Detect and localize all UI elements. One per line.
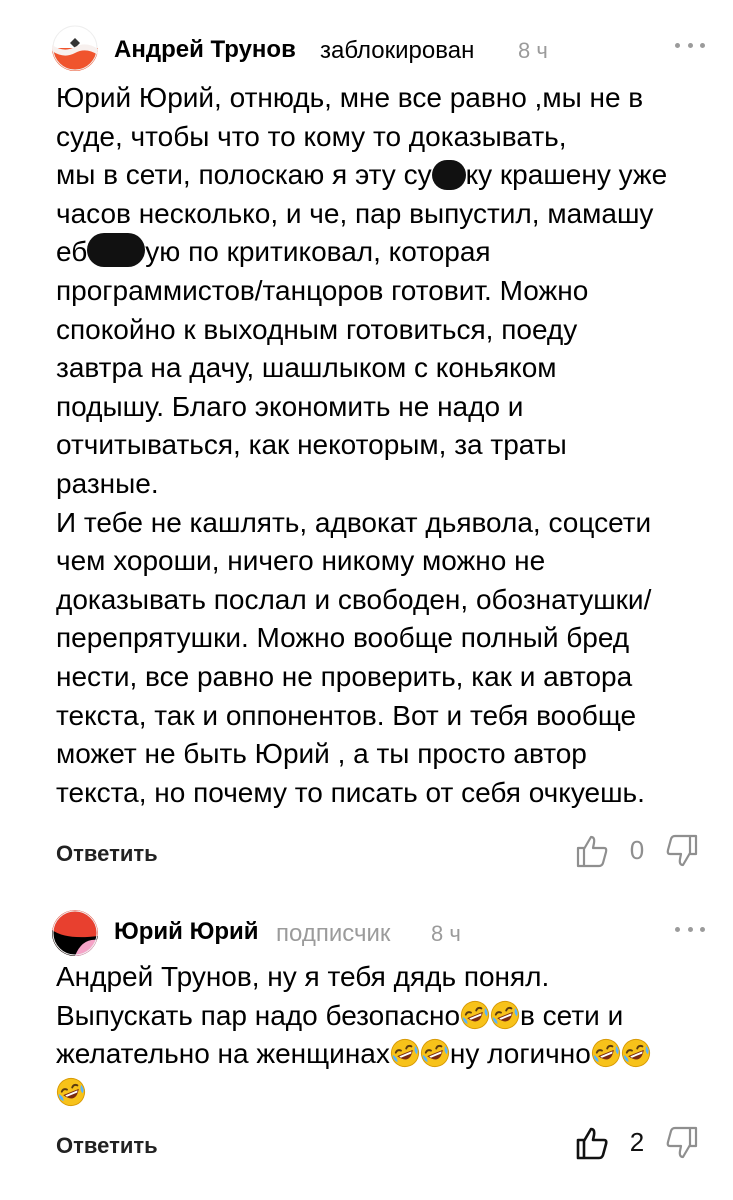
avatar[interactable] bbox=[52, 25, 98, 71]
reply-button[interactable]: Ответить bbox=[56, 1133, 158, 1159]
thumbs-down-icon[interactable] bbox=[662, 830, 702, 870]
comment: Андрей Трунов заблокирован 8 ч Юрий Юрий… bbox=[0, 0, 733, 890]
comment-text: Андрей Трунов, ну я тебя дядь понял. Вып… bbox=[56, 958, 716, 1112]
thumbs-up-icon[interactable] bbox=[572, 1122, 612, 1162]
rofl-emoji-icon bbox=[621, 1038, 651, 1068]
avatar[interactable] bbox=[52, 910, 98, 956]
comment-time: 8 ч bbox=[431, 921, 461, 946]
comment: Юрий Юрий подписчик 8 ч Андрей Трунов, н… bbox=[0, 890, 733, 1200]
censor-blot bbox=[87, 233, 146, 268]
thumbs-down-icon[interactable] bbox=[662, 1122, 702, 1162]
rofl-emoji-icon bbox=[390, 1038, 420, 1068]
author-status: заблокирован bbox=[320, 37, 475, 64]
like-count: 2 bbox=[629, 1126, 645, 1157]
vote-controls: 2 bbox=[572, 1122, 702, 1162]
author-name[interactable]: Юрий Юрий bbox=[114, 918, 259, 946]
author-status: подписчик bbox=[276, 920, 391, 947]
comment-text: Юрий Юрий, отнюдь, мне все равно ,мы не … bbox=[56, 82, 668, 808]
like-count: 0 bbox=[629, 834, 645, 865]
rofl-emoji-icon bbox=[490, 1000, 520, 1030]
censor-blot bbox=[431, 160, 466, 191]
more-options-icon[interactable] bbox=[675, 40, 705, 50]
thumbs-up-icon[interactable] bbox=[572, 830, 612, 870]
author-name[interactable]: Андрей Трунов bbox=[114, 36, 296, 64]
rofl-emoji-icon bbox=[420, 1038, 450, 1068]
vote-controls: 0 bbox=[572, 830, 702, 870]
rofl-emoji-icon bbox=[591, 1038, 621, 1068]
rofl-emoji-icon bbox=[56, 1077, 86, 1107]
reply-button[interactable]: Ответить bbox=[56, 841, 158, 867]
comment-time: 8 ч bbox=[518, 38, 548, 63]
rofl-emoji-icon bbox=[460, 1000, 490, 1030]
more-options-icon[interactable] bbox=[675, 924, 705, 934]
